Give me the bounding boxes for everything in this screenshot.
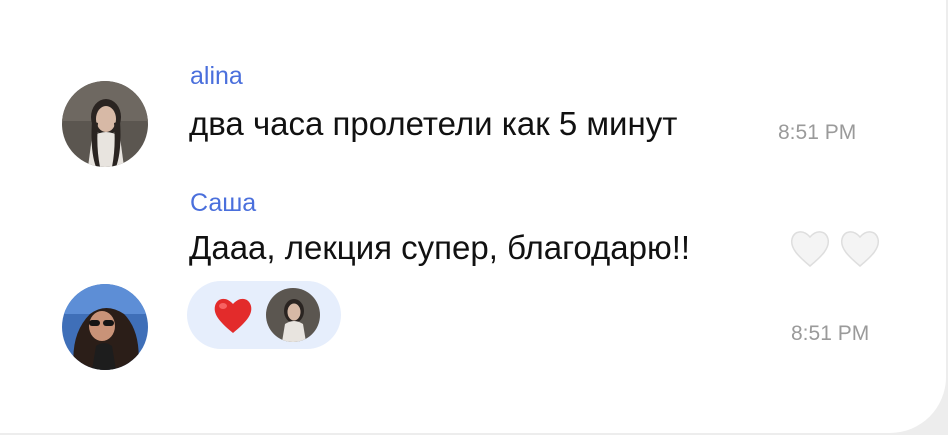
reactor-avatar[interactable] xyxy=(266,288,320,342)
message-timestamp: 8:51 PM xyxy=(778,121,857,144)
message-text: Дааа, лекция супер, благодарю!! xyxy=(189,229,691,266)
reaction-pill[interactable] xyxy=(187,281,341,349)
white-heart-icon xyxy=(840,231,880,267)
trailing-emoji xyxy=(788,226,882,270)
white-heart-icon xyxy=(790,231,830,267)
chat-card: alina два часа пролетели как 5 минут 8:5… xyxy=(0,0,946,433)
message-author[interactable]: alina xyxy=(190,61,243,91)
avatar-alina[interactable] xyxy=(62,81,148,167)
red-heart-icon xyxy=(214,298,252,333)
message-timestamp: 8:51 PM xyxy=(791,322,870,345)
message-author[interactable]: Саша xyxy=(190,188,256,218)
message-text: два часа пролетели как 5 минут xyxy=(189,105,678,142)
avatar-sasha[interactable] xyxy=(62,284,148,370)
